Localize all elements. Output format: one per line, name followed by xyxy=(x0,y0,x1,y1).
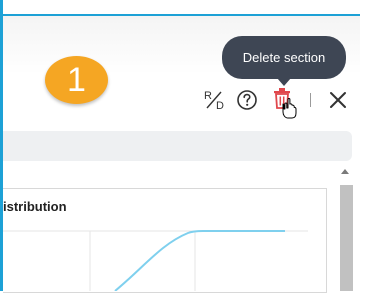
step-badge: 1 xyxy=(45,56,108,104)
rd-toggle-icon[interactable]: R D xyxy=(202,88,228,112)
toolbar-separator xyxy=(310,93,311,107)
rd-label-d: D xyxy=(216,100,224,112)
close-icon[interactable] xyxy=(326,88,350,112)
step-number: 1 xyxy=(67,60,86,99)
scroll-up-arrow-icon[interactable] xyxy=(341,169,349,174)
hand-cursor-icon xyxy=(282,98,297,119)
trash-icon[interactable] xyxy=(270,84,298,120)
rd-label-r: R xyxy=(204,90,212,102)
scrollbar-thumb[interactable] xyxy=(340,185,353,291)
delete-tooltip: Delete section xyxy=(222,36,346,79)
help-icon[interactable] xyxy=(235,88,259,112)
distribution-line xyxy=(114,230,285,291)
distribution-chart xyxy=(3,230,308,291)
section-input-bar[interactable] xyxy=(3,131,352,161)
tooltip-text: Delete section xyxy=(242,50,326,65)
chart-title: istribution xyxy=(3,199,67,214)
focus-border-top xyxy=(0,14,360,16)
